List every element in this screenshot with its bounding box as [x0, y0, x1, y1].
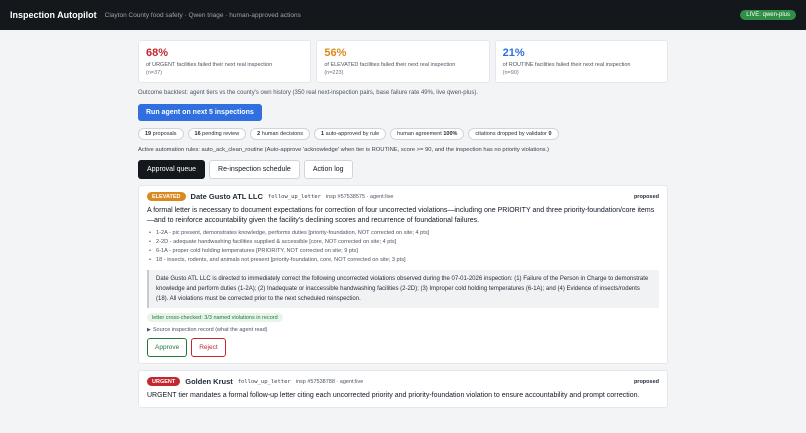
letter-draft: Date Gusto ATL LLC is directed to immedi… — [147, 270, 659, 308]
tier-badge: ELEVATED — [147, 192, 186, 201]
pill-text: pending review — [200, 131, 240, 137]
backtest-note: Outcome backtest: agent tiers vs the cou… — [138, 90, 478, 96]
automation-rules-note: Active automation rules: auto_ack_clean_… — [138, 147, 550, 153]
app-title: Inspection Autopilot — [10, 10, 97, 20]
stat-value: 56% — [324, 47, 347, 59]
facility-name: Golden Krust — [185, 377, 233, 386]
facility-name: Date Gusto ATL LLC — [190, 192, 263, 201]
live-model-badge: LIVE: qwen-plus — [740, 10, 796, 20]
inspection-meta: insp #57538575 · agent:live — [325, 193, 394, 200]
stat-value: 21% — [502, 47, 525, 59]
pill-proposals: 19 proposals — [138, 128, 184, 140]
caret-right-icon: ▶ — [147, 327, 151, 333]
inspection-meta: insp #57538788 · agent:live — [295, 378, 364, 385]
approve-button[interactable]: Approve — [147, 338, 188, 357]
top-bar: Inspection Autopilot Clayton County food… — [0, 0, 806, 30]
action-type: follow_up_letter — [267, 193, 321, 200]
violation-list: 1-2A - pic present, demonstrates knowled… — [147, 229, 659, 265]
card-header: ELEVATED Date Gusto ATL LLC follow_up_le… — [147, 192, 659, 201]
violation-item: 18 - insects, rodents, and animals not p… — [147, 256, 659, 265]
tab-bar: Approval queue Re-inspection schedule Ac… — [138, 160, 668, 179]
pill-auto-approved: 1 auto-approved by rule — [314, 128, 387, 140]
stat-label: of ROUTINE facilities failed their next … — [502, 62, 631, 68]
stat-card-elevated: 56% of ELEVATED facilities failed their … — [316, 40, 490, 83]
pill-human-agreement: human agreement 100% — [390, 128, 465, 140]
reject-button[interactable]: Reject — [191, 338, 226, 357]
violation-item: 1-2A - pic present, demonstrates knowled… — [147, 229, 659, 238]
proposal-status: proposed — [633, 378, 659, 385]
pill-citations-dropped: citations dropped by validator 0 — [468, 128, 559, 140]
proposal-card: ELEVATED Date Gusto ATL LLC follow_up_le… — [138, 185, 668, 364]
action-type: follow_up_letter — [237, 378, 291, 385]
proposal-summary: URGENT tier mandates a formal follow-up … — [147, 392, 640, 399]
card-actions: Approve Reject — [147, 338, 659, 357]
stat-sample-size: (n=90) — [502, 70, 519, 76]
tab-approval-queue[interactable]: Approval queue — [138, 160, 206, 179]
pill-text: proposals — [151, 131, 177, 137]
tab-action-log[interactable]: Action log — [303, 160, 353, 179]
source-record-toggle[interactable]: ▶ Source inspection record (what the agen… — [147, 327, 659, 333]
proposal-card: URGENT Golden Krust follow_up_letter ins… — [138, 370, 668, 408]
stat-value: 68% — [146, 47, 169, 59]
violation-item: 6-1A - proper cold holding temperatures … — [147, 247, 659, 256]
pill-text: auto-approved by rule — [324, 131, 380, 137]
pill-human-decisions: 2 human decisions — [250, 128, 311, 140]
verification-badge: letter cross-checked: 3/3 named violatio… — [147, 313, 283, 322]
run-agent-button[interactable]: Run agent on next 5 inspections — [138, 104, 262, 121]
stat-card-urgent: 68% of URGENT facilities failed their ne… — [138, 40, 312, 83]
proposal-status: proposed — [633, 193, 659, 200]
pill-text: human decisions — [260, 131, 304, 137]
stat-sample-size: (n=37) — [146, 70, 163, 76]
stat-label: of ELEVATED facilities failed their next… — [324, 62, 456, 68]
stats-row: 68% of URGENT facilities failed their ne… — [138, 40, 668, 83]
source-record-label: Source inspection record (what the agent… — [152, 327, 268, 333]
stat-card-routine: 21% of ROUTINE facilities failed their n… — [494, 40, 668, 83]
pill-number: 0 — [548, 131, 552, 137]
stat-sample-size: (n=223) — [324, 70, 344, 76]
pill-number: 100% — [443, 131, 458, 137]
stat-label: of URGENT facilities failed their next r… — [146, 62, 273, 68]
pill-pending-review: 16 pending review — [187, 128, 247, 140]
tab-reinspection-schedule[interactable]: Re-inspection schedule — [209, 160, 300, 179]
pill-text: citations dropped by validator — [475, 131, 549, 137]
violation-item: 2-2D - adequate handwashing facilities s… — [147, 238, 659, 247]
stats-pills: 19 proposals 16 pending review 2 human d… — [138, 128, 668, 140]
app-subtitle: Clayton County food safety · Qwen triage… — [104, 11, 301, 19]
proposal-summary: A formal letter is necessary to document… — [147, 207, 655, 224]
main-content: 68% of URGENT facilities failed their ne… — [138, 40, 668, 408]
tier-badge: URGENT — [147, 377, 181, 386]
card-header: URGENT Golden Krust follow_up_letter ins… — [147, 377, 659, 386]
pill-text: human agreement — [397, 131, 444, 137]
